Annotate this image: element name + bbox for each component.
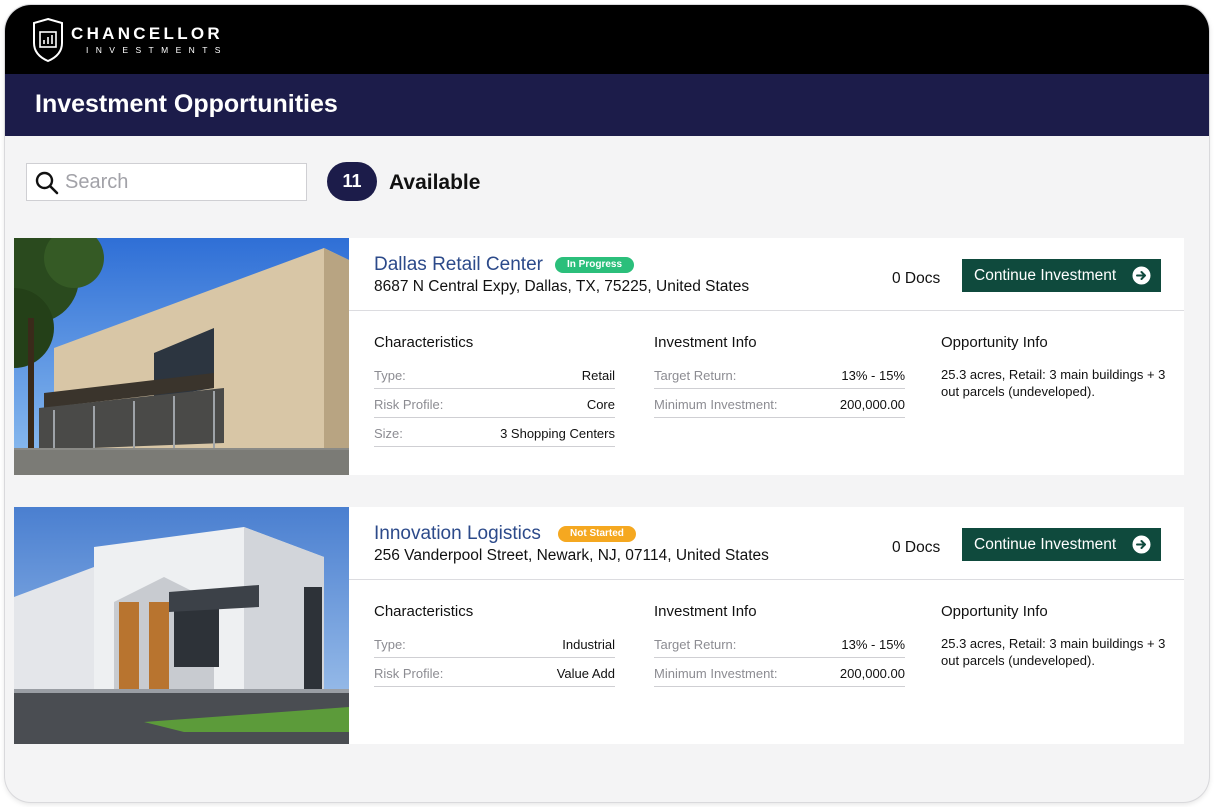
logistics-building-image <box>14 507 349 744</box>
retail-building-image <box>14 238 349 475</box>
characteristic-value: Retail <box>581 368 615 383</box>
characteristic-value: 3 Shopping Centers <box>500 426 615 441</box>
continue-investment-button[interactable]: Continue Investment <box>962 259 1161 292</box>
card-divider <box>349 310 1184 311</box>
top-navigation-bar: CHANCELLOR INVESTMENTS <box>5 5 1209 74</box>
app-window: CHANCELLOR INVESTMENTS Investment Opport… <box>5 5 1209 802</box>
characteristics-title: Characteristics <box>374 334 474 351</box>
search-icon <box>35 171 59 195</box>
characteristic-label: Type: <box>374 637 406 652</box>
opportunity-info-text: 25.3 acres, Retail: 3 main buildings + 3… <box>941 636 1166 668</box>
characteristic-row: Risk Profile: Value Add <box>374 658 615 687</box>
docs-count[interactable]: 0 Docs <box>892 539 940 557</box>
characteristic-label: Size: <box>374 426 403 441</box>
characteristic-label: Risk Profile: <box>374 397 444 412</box>
card-divider <box>349 579 1184 580</box>
characteristic-value: Value Add <box>556 666 615 681</box>
characteristic-row: Type: Industrial <box>374 629 615 658</box>
opportunity-address: 8687 N Central Expy, Dallas, TX, 75225, … <box>374 278 750 295</box>
characteristic-row: Risk Profile: Core <box>374 389 615 418</box>
opportunity-info-title: Opportunity Info <box>941 603 1048 620</box>
status-badge: Not Started <box>558 526 636 542</box>
search-input[interactable] <box>65 169 301 195</box>
investment-label: Minimum Investment: <box>654 397 778 412</box>
investment-row: Minimum Investment: 200,000.00 <box>654 658 905 687</box>
status-badge: In Progress <box>555 257 635 273</box>
docs-count[interactable]: 0 Docs <box>892 270 940 288</box>
shield-logo-icon <box>33 17 63 63</box>
investment-label: Target Return: <box>654 637 737 652</box>
characteristic-value: Core <box>586 397 615 412</box>
investment-info-title: Investment Info <box>654 334 757 351</box>
continue-investment-label: Continue Investment <box>974 266 1117 284</box>
search-box[interactable] <box>26 163 307 201</box>
investment-value: 200,000.00 <box>839 666 905 681</box>
investment-label: Target Return: <box>654 368 737 383</box>
opportunity-name[interactable]: Innovation Logistics <box>374 523 541 545</box>
available-label: Available <box>389 171 481 194</box>
investment-row: Target Return: 13% - 15% <box>654 360 905 389</box>
characteristic-label: Type: <box>374 368 406 383</box>
chancellor-logo[interactable]: CHANCELLOR INVESTMENTS <box>31 17 251 65</box>
brand-subtitle: INVESTMENTS <box>86 45 228 55</box>
characteristic-value: Industrial <box>562 637 615 652</box>
characteristics-title: Characteristics <box>374 603 474 620</box>
investment-value: 13% - 15% <box>841 368 905 383</box>
arrow-right-circle-icon <box>1132 535 1151 554</box>
opportunity-address: 256 Vanderpool Street, Newark, NJ, 07114… <box>374 547 769 564</box>
investment-label: Minimum Investment: <box>654 666 778 681</box>
characteristic-row: Size: 3 Shopping Centers <box>374 418 615 447</box>
property-photo[interactable] <box>14 507 349 744</box>
arrow-right-circle-icon <box>1132 266 1151 285</box>
investment-value: 200,000.00 <box>839 397 905 412</box>
opportunity-card: Dallas Retail Center In Progress 8687 N … <box>14 238 1184 475</box>
available-count-badge: 11 <box>327 162 377 201</box>
investment-info-title: Investment Info <box>654 603 757 620</box>
opportunity-info-title: Opportunity Info <box>941 334 1048 351</box>
property-photo[interactable] <box>14 238 349 475</box>
opportunity-info-text: 25.3 acres, Retail: 3 main buildings + 3… <box>941 367 1166 399</box>
continue-investment-label: Continue Investment <box>974 535 1117 553</box>
characteristic-row: Type: Retail <box>374 360 615 389</box>
page-header: Investment Opportunities <box>5 74 1209 136</box>
brand-name: CHANCELLOR <box>71 24 223 43</box>
page-title: Investment Opportunities <box>35 90 338 118</box>
opportunity-card: Innovation Logistics Not Started 256 Van… <box>14 507 1184 744</box>
investment-value: 13% - 15% <box>841 637 905 652</box>
opportunity-name[interactable]: Dallas Retail Center <box>374 254 543 276</box>
investment-row: Minimum Investment: 200,000.00 <box>654 389 905 418</box>
investment-row: Target Return: 13% - 15% <box>654 629 905 658</box>
characteristic-label: Risk Profile: <box>374 666 444 681</box>
continue-investment-button[interactable]: Continue Investment <box>962 528 1161 561</box>
